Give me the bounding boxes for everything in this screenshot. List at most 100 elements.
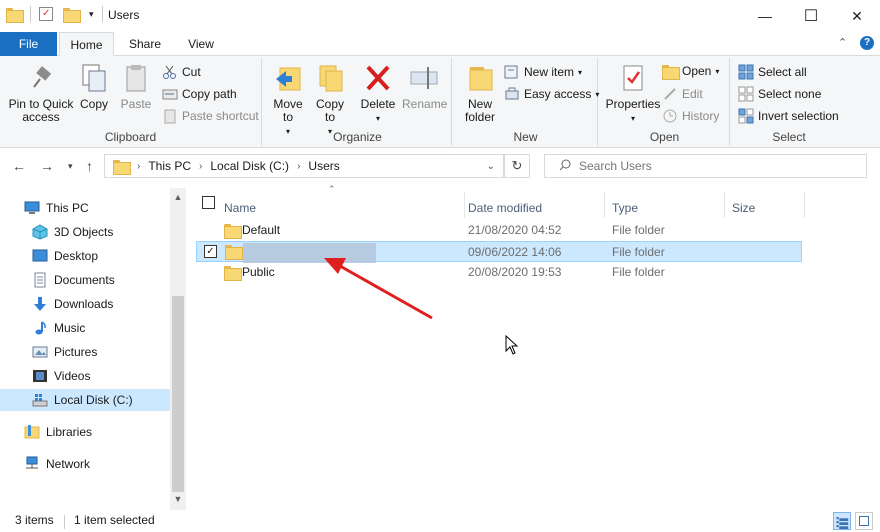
breadcrumb-chevron-icon[interactable]: ›	[297, 161, 300, 172]
select-all-label: Select all	[758, 65, 807, 79]
column-divider[interactable]	[464, 192, 465, 218]
file-name: Public	[242, 265, 275, 279]
column-divider[interactable]	[604, 192, 605, 218]
nav-label: Desktop	[54, 249, 99, 263]
nav-label: Documents	[54, 273, 115, 287]
breadcrumb-local-disk[interactable]: Local Disk (C:)	[210, 159, 289, 173]
edit-button[interactable]: Edit	[662, 86, 703, 102]
nav-item-desktop[interactable]: Desktop	[0, 245, 170, 267]
close-button[interactable]: ✕	[834, 0, 880, 32]
file-row[interactable]: Default 21/08/2020 04:52 File folder	[196, 220, 802, 241]
nav-item-music[interactable]: Music	[0, 317, 170, 339]
edit-pencil-icon	[662, 86, 678, 102]
customize-qat-chevron-icon[interactable]: ▾	[89, 9, 94, 20]
copy-label: Copy	[79, 97, 108, 111]
breadcrumb-chevron-icon[interactable]: ›	[199, 161, 202, 172]
properties-quick-icon[interactable]: ✓	[39, 7, 53, 21]
scroll-up-arrow-icon[interactable]: ▲	[170, 192, 186, 202]
row-checkbox[interactable]: ✓	[204, 245, 217, 258]
tab-share[interactable]: Share	[122, 32, 168, 56]
nav-item-videos[interactable]: Videos	[0, 365, 170, 387]
details-view-button[interactable]: ▪▬ ▪▬ ▪▬	[833, 512, 851, 531]
open-group-label: Open	[649, 130, 680, 144]
nav-item-pictures[interactable]: Pictures	[0, 341, 170, 363]
column-header-date[interactable]: Date modified	[468, 194, 542, 222]
refresh-button[interactable]: ↻	[504, 154, 530, 178]
close-icon: ✕	[851, 7, 863, 24]
new-item-label: New item	[524, 65, 575, 79]
large-icons-view-button[interactable]	[855, 512, 873, 530]
ribbon: Pin to Quick access Copy Paste Cut Copy …	[0, 56, 880, 148]
tab-file[interactable]: File	[0, 32, 57, 56]
recent-locations-chevron-icon[interactable]: ▾	[68, 161, 73, 172]
help-icon[interactable]: ?	[860, 36, 874, 50]
move-to-button[interactable]: Move to ▾	[270, 62, 306, 138]
delete-button[interactable]: Delete ▾	[360, 62, 396, 125]
nav-scrollbar[interactable]: ▲ ▼	[170, 188, 186, 512]
nav-item-local-disk[interactable]: Local Disk (C:)	[0, 389, 170, 411]
nav-label: Music	[54, 321, 86, 335]
network-icon	[24, 456, 40, 472]
tab-home[interactable]: Home	[59, 32, 114, 56]
cut-button[interactable]: Cut	[162, 64, 201, 80]
rename-button[interactable]: Rename	[402, 62, 447, 111]
redacted-folder-name	[243, 243, 376, 263]
column-header-size[interactable]: Size	[732, 194, 755, 222]
back-arrow-icon[interactable]: ←	[12, 158, 26, 174]
search-input[interactable]	[579, 159, 839, 173]
new-folder-icon	[464, 62, 496, 94]
properties-button[interactable]: Properties ▾	[604, 62, 662, 125]
column-header-type[interactable]: Type	[612, 194, 638, 222]
copy-to-button[interactable]: Copy to ▾	[312, 62, 348, 138]
invert-selection-button[interactable]: Invert selection	[738, 108, 839, 124]
nav-label: Local Disk (C:)	[54, 393, 133, 407]
search-icon	[559, 159, 571, 174]
scrollbar-thumb[interactable]	[172, 296, 184, 492]
column-header-name[interactable]: Name	[224, 194, 256, 222]
new-group-label: New	[513, 130, 538, 144]
address-bar[interactable]: › This PC › Local Disk (C:) › Users ⌄	[104, 154, 504, 178]
breadcrumb-chevron-icon[interactable]: ›	[137, 161, 140, 172]
easy-access-button[interactable]: Easy access ▾	[504, 86, 599, 102]
sort-ascending-chevron-icon: ⌃	[328, 184, 336, 194]
open-label: Open	[682, 64, 712, 78]
breadcrumb-users[interactable]: Users	[308, 159, 339, 173]
minimize-button[interactable]: —	[742, 0, 788, 32]
file-row[interactable]: Public 20/08/2020 19:53 File folder	[196, 262, 802, 283]
select-all-checkbox[interactable]	[202, 196, 215, 209]
breadcrumb-this-pc[interactable]: This PC	[148, 159, 191, 173]
copy-path-button[interactable]: Copy path	[162, 86, 237, 102]
history-button[interactable]: History	[662, 108, 719, 124]
forward-arrow-icon[interactable]: →	[40, 158, 54, 174]
address-dropdown-chevron-icon[interactable]: ⌄	[487, 161, 495, 172]
pin-to-quick-access-button[interactable]: Pin to Quick access	[6, 62, 76, 124]
documents-icon	[32, 272, 48, 288]
nav-item-this-pc[interactable]: This PC	[0, 197, 170, 219]
file-row-selected[interactable]: ✓ 09/06/2022 14:06 File folder	[196, 241, 802, 263]
scroll-down-arrow-icon[interactable]: ▼	[170, 494, 186, 504]
nav-item-documents[interactable]: Documents	[0, 269, 170, 291]
nav-item-3d-objects[interactable]: 3D Objects	[0, 221, 170, 243]
nav-item-network[interactable]: Network	[0, 453, 170, 475]
nav-item-libraries[interactable]: Libraries	[0, 421, 170, 443]
select-none-button[interactable]: Select none	[738, 86, 821, 102]
new-folder-quick-icon[interactable]	[63, 7, 81, 23]
new-item-button[interactable]: New item ▾	[504, 64, 582, 80]
search-box[interactable]	[544, 154, 867, 178]
maximize-button[interactable]: ☐	[788, 0, 834, 32]
up-arrow-icon[interactable]: ↑	[86, 158, 93, 174]
nav-label: Videos	[54, 369, 91, 383]
copy-button[interactable]: Copy	[78, 62, 110, 111]
collapse-ribbon-chevron-icon[interactable]: ⌃	[838, 36, 847, 49]
paste-shortcut-button[interactable]: Paste shortcut	[162, 108, 259, 124]
select-group-label: Select	[772, 130, 806, 144]
history-label: History	[682, 109, 720, 123]
nav-item-downloads[interactable]: Downloads	[0, 293, 170, 315]
paste-button[interactable]: Paste	[118, 62, 154, 111]
new-folder-button[interactable]: New folder	[460, 62, 500, 124]
tab-view[interactable]: View	[178, 32, 224, 56]
select-all-button[interactable]: Select all	[738, 64, 807, 80]
open-button[interactable]: Open ▾	[662, 64, 719, 80]
column-divider[interactable]	[804, 192, 805, 218]
column-divider[interactable]	[724, 192, 725, 218]
